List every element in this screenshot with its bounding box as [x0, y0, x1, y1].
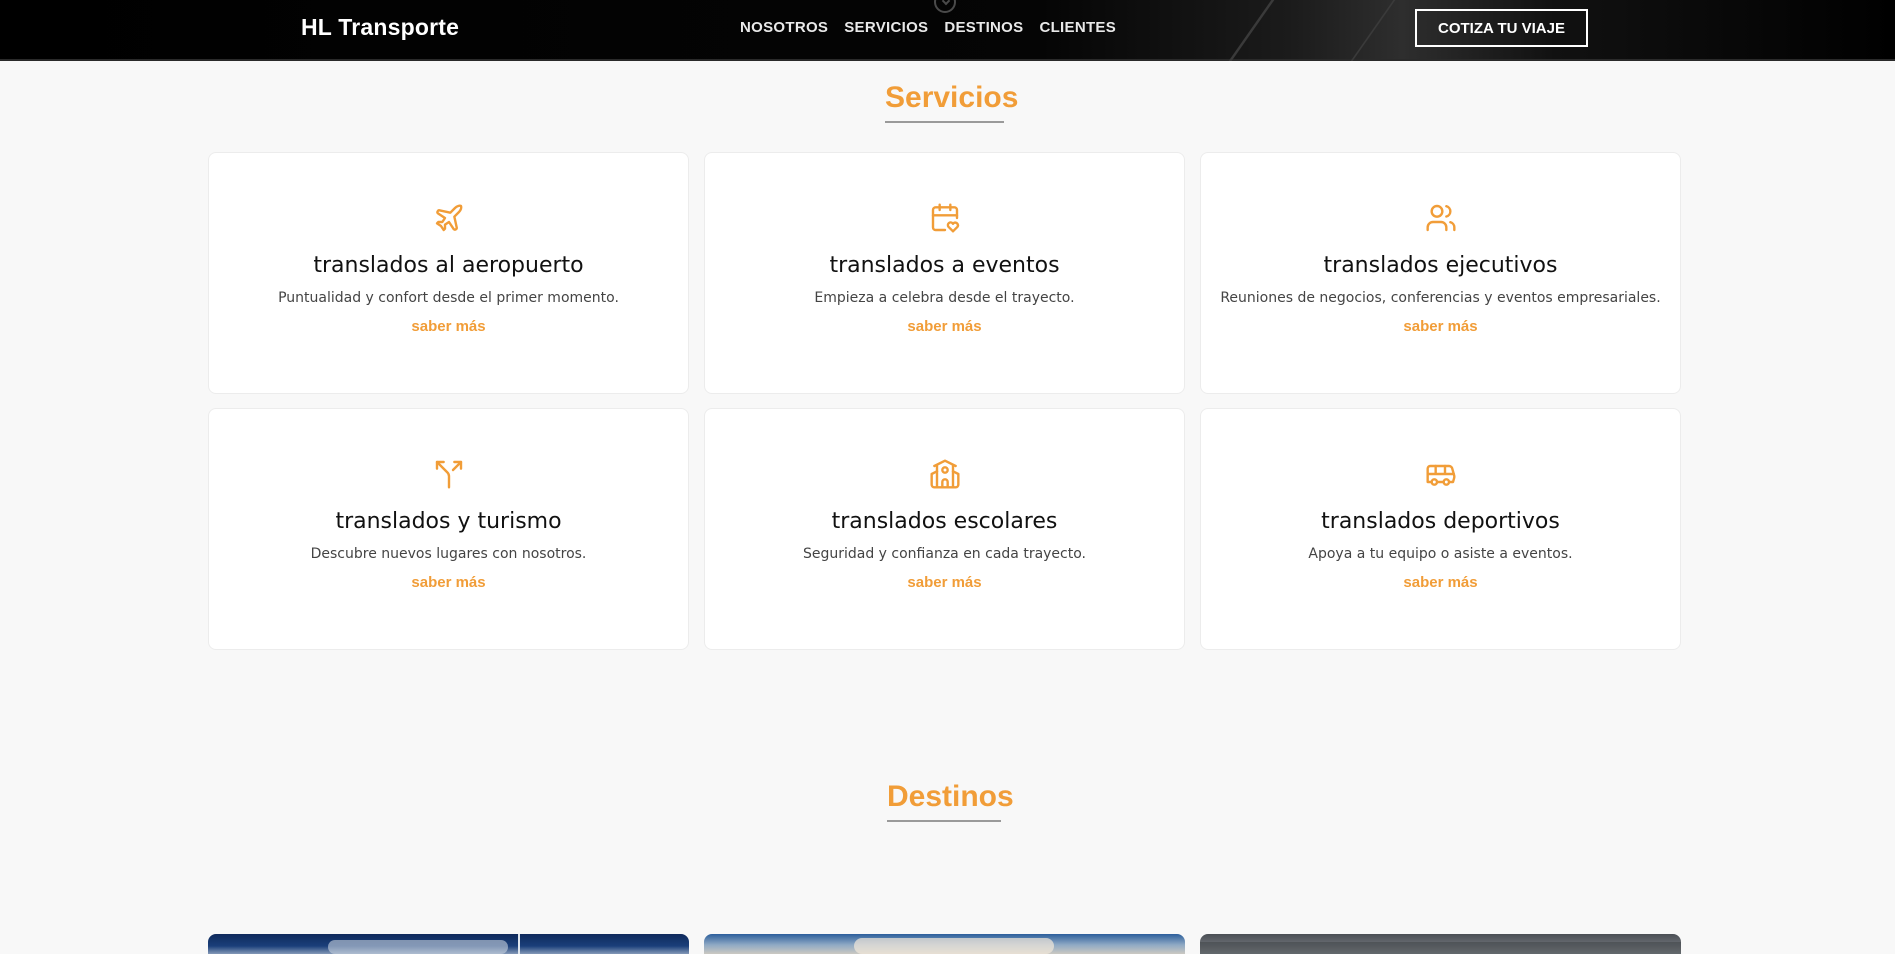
service-description: Descubre nuevos lugares con nosotros.	[310, 546, 587, 562]
service-title: translados escolares	[831, 509, 1058, 534]
service-title: translados ejecutivos	[1323, 253, 1558, 278]
saber-mas-link[interactable]: saber más	[1201, 318, 1680, 335]
top-navbar: HL Transporte NOSOTROS SERVICIOS DESTINO…	[0, 0, 1895, 61]
service-title: translados deportivos	[1321, 509, 1560, 534]
destination-image[interactable]	[704, 934, 1185, 954]
service-title: translados a eventos	[829, 253, 1060, 278]
bus-icon	[1426, 464, 1456, 486]
nav-link-nosotros[interactable]: NOSOTROS	[740, 19, 828, 36]
quote-trip-button[interactable]: COTIZA TU VIAJE	[1415, 9, 1588, 47]
service-card-events: translados a eventos Empieza a celebra d…	[704, 152, 1185, 394]
nav-link-clientes[interactable]: CLIENTES	[1039, 19, 1116, 36]
cloud-shape	[328, 940, 508, 954]
calendar-heart-icon	[931, 203, 960, 233]
service-title: translados al aeropuerto	[313, 253, 584, 278]
servicios-section-title: Servicios	[885, 81, 1018, 123]
nav-background-line	[1350, 0, 1396, 61]
saber-mas-link[interactable]: saber más	[705, 318, 1184, 335]
brand-logo[interactable]: HL Transporte	[301, 14, 459, 41]
service-title: translados y turismo	[335, 509, 562, 534]
destination-image[interactable]	[1200, 934, 1681, 954]
cloud-shape	[854, 938, 1054, 954]
nav-background-line	[1228, 0, 1275, 61]
service-card-airport: translados al aeropuerto Puntualidad y c…	[208, 152, 689, 394]
nav-link-servicios[interactable]: SERVICIOS	[844, 19, 928, 36]
skyline-shape	[1200, 942, 1681, 954]
users-icon	[1426, 204, 1456, 232]
service-card-tourism: translados y turismo Descubre nuevos lug…	[208, 408, 689, 650]
plane-icon	[435, 204, 463, 232]
service-description: Puntualidad y confort desde el primer mo…	[278, 290, 619, 306]
destination-image[interactable]	[208, 934, 689, 954]
nav-link-destinos[interactable]: DESTINOS	[944, 19, 1023, 36]
saber-mas-link[interactable]: saber más	[209, 318, 688, 335]
service-card-school: translados escolares Seguridad y confian…	[704, 408, 1185, 650]
scroll-down-icon[interactable]	[934, 0, 956, 13]
destinos-section-title: Destinos	[887, 780, 1014, 822]
service-card-executive: translados ejecutivos Reuniones de negoc…	[1200, 152, 1681, 394]
service-description: Apoya a tu equipo o asiste a eventos.	[1308, 546, 1573, 562]
service-description: Reuniones de negocios, conferencias y ev…	[1220, 290, 1661, 306]
service-card-sports: translados deportivos Apoya a tu equipo …	[1200, 408, 1681, 650]
nav-links: NOSOTROS SERVICIOS DESTINOS CLIENTES	[740, 19, 1116, 36]
saber-mas-link[interactable]: saber más	[1201, 574, 1680, 591]
saber-mas-link[interactable]: saber más	[705, 574, 1184, 591]
school-icon	[930, 459, 960, 489]
service-description: Empieza a celebra desde el trayecto.	[814, 290, 1075, 306]
split-arrow-icon	[435, 460, 463, 489]
saber-mas-link[interactable]: saber más	[209, 574, 688, 591]
image-detail	[518, 934, 520, 954]
service-description: Seguridad y confianza en cada trayecto.	[802, 546, 1087, 562]
